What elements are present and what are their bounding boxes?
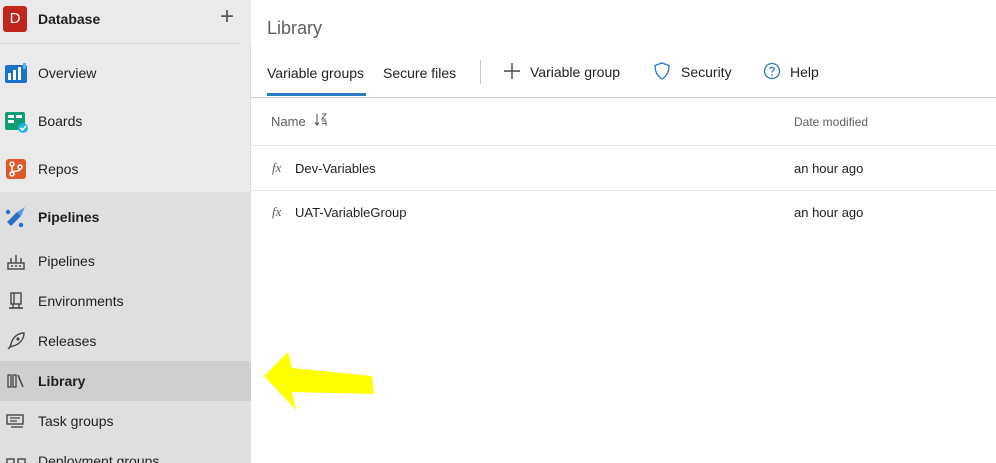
name-column-label: Name [271, 114, 306, 129]
sidebar-item-overview[interactable]: Overview [0, 53, 251, 93]
sidebar-item-label: Library [38, 373, 86, 389]
environments-icon [9, 292, 23, 309]
sidebar-item-label: Deployment groups [38, 453, 160, 463]
sidebar-item-label: Task groups [38, 413, 114, 429]
sort-icon [314, 113, 328, 126]
variable-group-name[interactable]: Dev-Variables [295, 161, 376, 176]
row-divider [251, 190, 996, 191]
divider [0, 43, 240, 44]
sidebar-item-label: Overview [38, 65, 97, 81]
security-label: Security [681, 64, 732, 80]
pipelines-icon [7, 255, 25, 270]
sidebar-item-pipelines-section[interactable]: Pipelines [0, 197, 251, 237]
plus-icon [504, 63, 520, 79]
deployment-groups-icon [6, 458, 26, 463]
sidebar-item-deployment-groups[interactable]: Deployment groups [0, 441, 251, 463]
task-groups-icon [6, 414, 24, 428]
date-modified: an hour ago [794, 205, 864, 220]
library-icon [7, 374, 24, 388]
repos-icon [6, 159, 26, 179]
rocket-icon [7, 332, 25, 350]
date-modified-column-header[interactable]: Date modified [794, 115, 868, 129]
page-title: Library [267, 18, 323, 38]
sidebar-item-label: Boards [38, 113, 83, 129]
variable-group-name[interactable]: UAT-VariableGroup [295, 205, 407, 220]
sidebar-item-label: Pipelines [38, 253, 95, 269]
toolbar-separator [480, 60, 481, 84]
annotation-arrow-icon [264, 352, 374, 410]
add-variable-group-label: Variable group [530, 64, 621, 80]
sidebar: D Database + Overview Boards Repos Pipel… [0, 0, 251, 463]
fx-icon: fx [272, 204, 282, 219]
project-name[interactable]: Database [38, 11, 100, 27]
boards-icon [5, 112, 28, 133]
project-header: D Database + [0, 0, 251, 44]
help-label: Help [790, 64, 819, 80]
sidebar-item-task-groups[interactable]: Task groups [0, 401, 251, 441]
sidebar-item-environments[interactable]: Environments [0, 281, 251, 321]
tab-bar: Variable groups Secure files Variable gr… [251, 52, 996, 98]
sidebar-item-label: Pipelines [38, 209, 100, 225]
tab-secure-files[interactable]: Secure files [383, 65, 456, 81]
sidebar-item-releases[interactable]: Releases [0, 321, 251, 361]
sidebar-item-label: Repos [38, 161, 79, 177]
sidebar-item-label: Releases [38, 333, 97, 349]
fx-icon: fx [272, 160, 282, 175]
shield-icon [654, 62, 670, 80]
sidebar-item-library[interactable]: Library [0, 361, 251, 401]
active-tab-indicator [267, 93, 366, 96]
project-badge[interactable]: D [3, 6, 27, 32]
overview-icon [5, 63, 27, 83]
tab-variable-groups[interactable]: Variable groups [267, 65, 364, 81]
sidebar-item-label: Environments [38, 293, 124, 309]
sidebar-item-boards[interactable]: Boards [0, 101, 251, 141]
help-icon [763, 62, 781, 80]
new-project-button[interactable]: + [217, 5, 237, 29]
pipelines-rocket-icon [5, 207, 25, 228]
sidebar-item-repos[interactable]: Repos [0, 149, 251, 189]
row-divider [251, 145, 996, 146]
date-modified: an hour ago [794, 161, 864, 176]
sidebar-item-pipelines[interactable]: Pipelines [0, 241, 251, 281]
